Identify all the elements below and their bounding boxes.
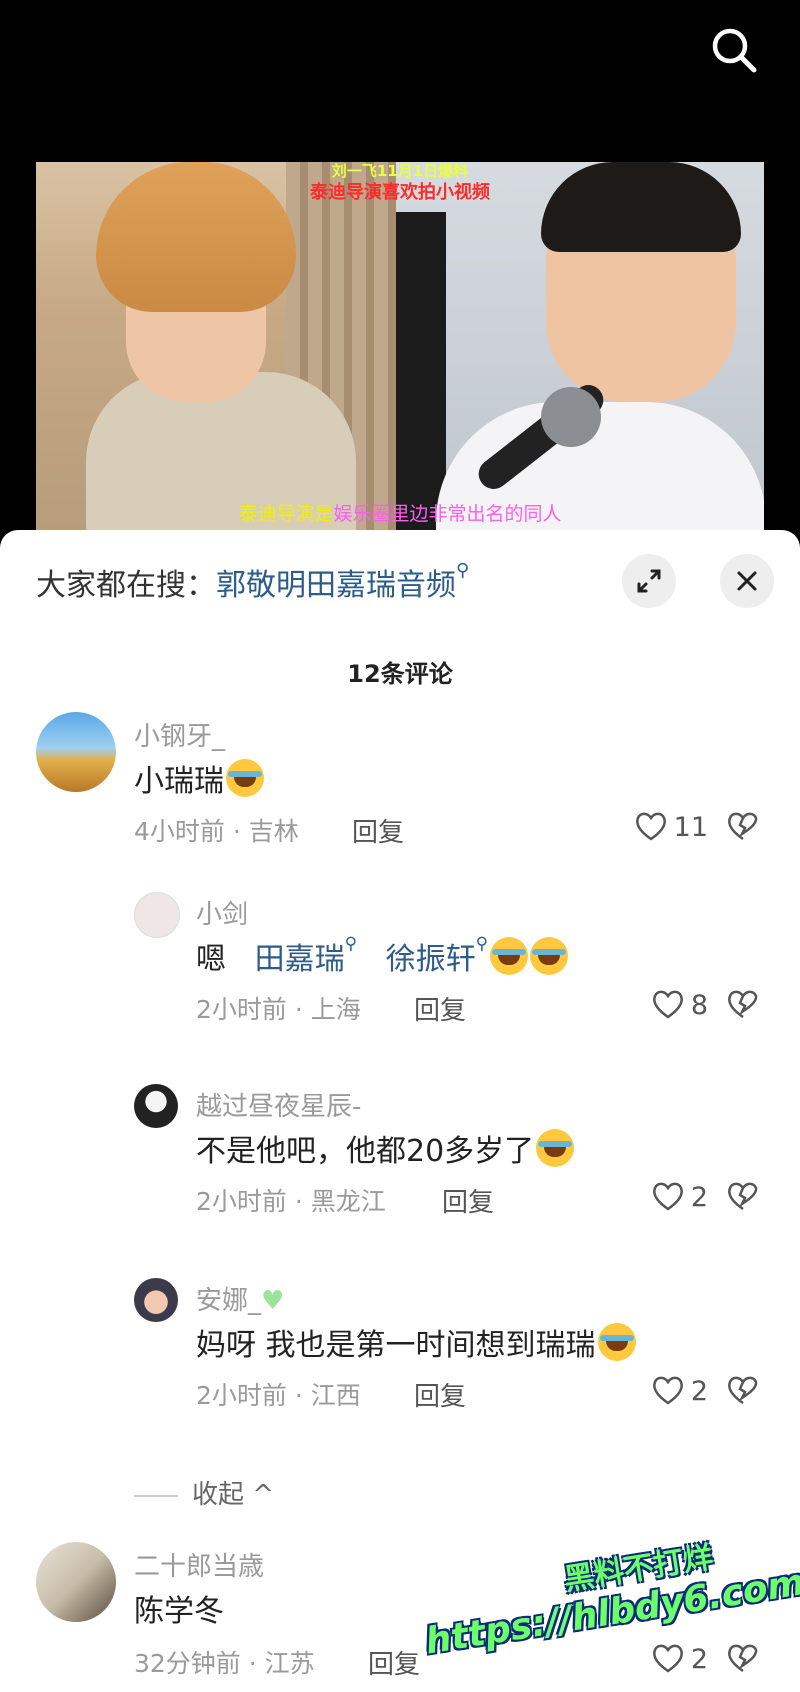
comment-count: 12条评论 (347, 660, 453, 688)
close-icon (737, 571, 757, 591)
comment-time-location: 2小时前 · 黑龙江 (196, 1187, 386, 1216)
heart-icon (652, 1376, 683, 1405)
dislike-button[interactable] (726, 1642, 760, 1678)
avatar[interactable] (36, 712, 116, 792)
like-count: 8 (690, 990, 708, 1021)
video-subtitle: 泰迪导演是娱乐圈里边非常出名的同人 (238, 503, 562, 525)
broken-heart-icon (728, 812, 758, 841)
reply-button[interactable]: 回复 (414, 1376, 466, 1413)
close-button[interactable] (720, 554, 774, 608)
collapse-replies-button[interactable]: 收起 ^ (134, 1474, 274, 1511)
laughing-crying-emoji (490, 937, 529, 975)
expand-icon (637, 569, 661, 593)
broken-heart-icon (728, 1182, 758, 1211)
comment-time-location: 2小时前 · 江西 (196, 1381, 361, 1410)
comment-text: 嗯 田嘉瑞⚲ 徐振轩⚲ (196, 934, 569, 978)
like-button[interactable]: 2 (651, 1374, 708, 1407)
comment-text: 小瑞瑞 (134, 756, 264, 800)
broken-heart-icon (728, 990, 758, 1019)
comment-username[interactable]: 越过昼夜星辰- (196, 1086, 361, 1123)
like-button[interactable]: 2 (651, 1180, 708, 1213)
video-caption-top-2: 泰迪导演喜欢拍小视频 (310, 182, 490, 203)
expand-button[interactable] (622, 554, 676, 608)
dislike-button[interactable] (726, 1374, 760, 1410)
comment-text: 陈学冬 (134, 1594, 224, 1629)
avatar[interactable] (134, 1084, 178, 1128)
like-button[interactable]: 11 (634, 810, 708, 843)
video-player[interactable]: 刘一飞11月1日爆料 泰迪导演喜欢拍小视频 泰迪导演是娱乐圈里边非常出名的同人 (36, 162, 764, 530)
avatar[interactable] (36, 1542, 116, 1622)
dislike-button[interactable] (726, 810, 760, 846)
mention-link[interactable]: 田嘉瑞⚲ (255, 934, 357, 977)
video-right-frame (396, 162, 764, 530)
comments-sheet: 大家都在搜：郭敬明田嘉瑞音频⚲ 12条评论 小钢牙_ 小瑞瑞 4小时前 · 吉林… (0, 530, 800, 1692)
comment-text: 妈呀 我也是第一时间想到瑞瑞 (196, 1320, 636, 1364)
heart-icon (652, 990, 683, 1019)
comment-text: 不是他吧，他都20多岁了 (196, 1126, 575, 1170)
hot-search-label: 大家都在搜： (36, 568, 216, 603)
heart-icon (635, 812, 666, 841)
heart-icon (652, 1644, 683, 1673)
reply-button[interactable]: 回复 (414, 990, 466, 1027)
like-count: 2 (690, 1182, 708, 1213)
reply-button[interactable]: 回复 (442, 1182, 494, 1219)
broken-heart-icon (728, 1376, 758, 1405)
laughing-crying-emoji (226, 759, 264, 797)
dislike-button[interactable] (726, 1180, 760, 1216)
video-left-frame (36, 162, 396, 530)
comment-time-location: 2小时前 · 上海 (196, 995, 361, 1024)
hot-search-keyword[interactable]: 郭敬明田嘉瑞音频 (216, 568, 456, 603)
comment-username[interactable]: 小剑 (196, 894, 248, 931)
comment-username[interactable]: 安娜_♥ (196, 1280, 284, 1317)
crying-emoji (597, 1323, 636, 1361)
heart-icon (652, 1182, 683, 1211)
reply-button[interactable]: 回复 (368, 1644, 420, 1681)
like-count: 2 (690, 1644, 708, 1675)
comment-username[interactable]: 二十郎当歳 (134, 1546, 264, 1583)
like-button[interactable]: 2 (651, 1642, 708, 1675)
dislike-button[interactable] (726, 988, 760, 1024)
like-count: 2 (690, 1376, 708, 1407)
search-icon (712, 28, 757, 73)
hot-search[interactable]: 大家都在搜：郭敬明田嘉瑞音频⚲ (36, 560, 469, 604)
like-count: 11 (673, 812, 708, 843)
surprised-emoji (536, 1129, 575, 1167)
search-small-icon: ⚲ (456, 560, 470, 581)
laughing-crying-emoji (530, 937, 569, 975)
mention-link[interactable]: 徐振轩⚲ (386, 934, 488, 977)
avatar[interactable] (134, 1278, 178, 1322)
comment-username[interactable]: 小钢牙_ (134, 716, 225, 753)
search-button[interactable] (706, 22, 762, 78)
reply-button[interactable]: 回复 (352, 812, 404, 849)
top-bar (0, 0, 800, 150)
green-heart-icon: ♥ (261, 1286, 285, 1316)
avatar[interactable] (134, 892, 180, 938)
like-button[interactable]: 8 (651, 988, 708, 1021)
comment-time-location: 32分钟前 · 江苏 (134, 1649, 315, 1678)
comment-time-location: 4小时前 · 吉林 (134, 817, 299, 846)
broken-heart-icon (728, 1644, 758, 1673)
